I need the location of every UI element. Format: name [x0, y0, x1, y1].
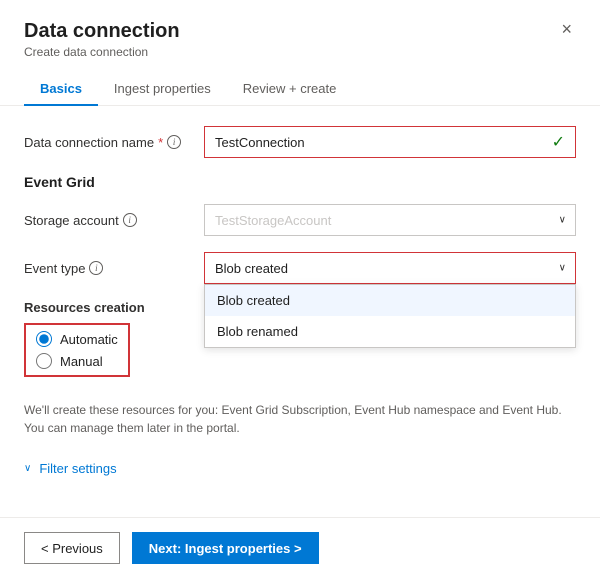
dialog-footer: < Previous Next: Ingest properties > [0, 517, 600, 578]
dialog-body: Data connection name * i TestConnection … [0, 106, 600, 517]
dialog-header: Data connection Create data connection × [0, 0, 600, 59]
event-type-label: Event type i [24, 261, 204, 276]
storage-account-select[interactable]: TestStorageAccount [204, 204, 576, 236]
previous-button[interactable]: < Previous [24, 532, 120, 564]
data-connection-dialog: Data connection Create data connection ×… [0, 0, 600, 578]
connection-name-input-wrapper: TestConnection ✓ [204, 126, 576, 158]
dialog-title: Data connection [24, 20, 180, 43]
tab-basics[interactable]: Basics [24, 73, 98, 106]
radio-automatic-input[interactable] [36, 331, 52, 347]
radio-manual-label: Manual [60, 354, 103, 369]
event-type-dropdown: Blob created Blob renamed [204, 284, 576, 348]
radio-manual-input[interactable] [36, 353, 52, 369]
tab-ingest-properties[interactable]: Ingest properties [98, 73, 227, 106]
storage-account-row: Storage account i TestStorageAccount ∨ [24, 204, 576, 236]
connection-name-value: TestConnection [215, 135, 305, 150]
tab-review-create[interactable]: Review + create [227, 73, 353, 106]
storage-account-select-wrapper: TestStorageAccount ∨ [204, 204, 576, 236]
event-type-info-icon[interactable]: i [89, 261, 103, 275]
connection-name-info-icon[interactable]: i [167, 135, 181, 149]
dialog-title-area: Data connection Create data connection [24, 20, 180, 59]
radio-manual-item[interactable]: Manual [36, 353, 118, 369]
required-indicator: * [158, 135, 163, 150]
info-text: We'll create these resources for you: Ev… [24, 401, 576, 437]
event-grid-section-title: Event Grid [24, 174, 576, 190]
event-type-row: Event type i Blob created ∨ Blob created… [24, 252, 576, 284]
connection-name-label: Data connection name * i [24, 135, 204, 150]
tab-bar: Basics Ingest properties Review + create [0, 59, 600, 106]
filter-settings-row[interactable]: ∨ Filter settings [24, 453, 576, 484]
event-type-select-wrapper: Blob created ∨ Blob created Blob renamed [204, 252, 576, 284]
resources-radio-group: Automatic Manual [24, 323, 130, 377]
next-button[interactable]: Next: Ingest properties > [132, 532, 319, 564]
radio-automatic-label: Automatic [60, 332, 118, 347]
event-type-select[interactable]: Blob created [204, 252, 576, 284]
dropdown-item-blob-renamed[interactable]: Blob renamed [205, 316, 575, 347]
connection-name-row: Data connection name * i TestConnection … [24, 126, 576, 158]
filter-settings-chevron-icon: ∨ [24, 463, 31, 474]
storage-account-info-icon[interactable]: i [123, 213, 137, 227]
valid-check-icon: ✓ [552, 132, 565, 152]
filter-settings-label: Filter settings [39, 461, 116, 476]
storage-account-label: Storage account i [24, 213, 204, 228]
dialog-subtitle: Create data connection [24, 45, 180, 59]
radio-automatic-item[interactable]: Automatic [36, 331, 118, 347]
dropdown-item-blob-created[interactable]: Blob created [205, 285, 575, 316]
close-button[interactable]: × [557, 20, 576, 38]
